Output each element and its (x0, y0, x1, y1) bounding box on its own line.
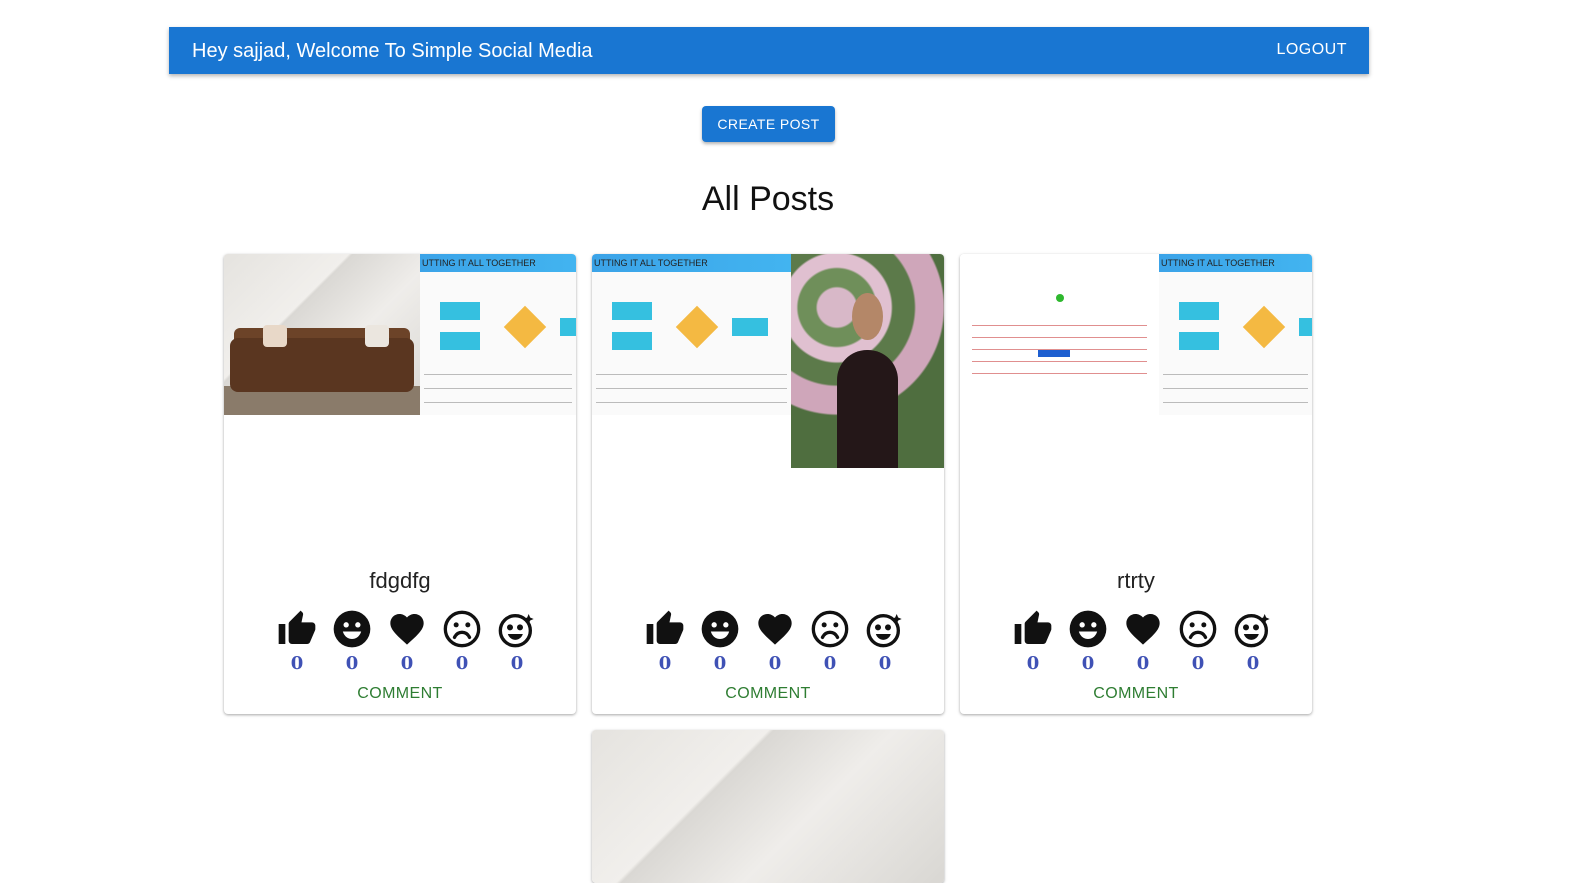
like-count: 0 (290, 653, 304, 674)
happy-reaction[interactable]: 0 (1068, 609, 1108, 679)
sad-reaction[interactable]: 0 (810, 609, 850, 679)
sad-face-icon (1179, 610, 1217, 648)
post-title: rtrty (1117, 568, 1155, 593)
amazed-reaction[interactable]: 0 (865, 609, 905, 679)
sad-face-icon (811, 610, 849, 648)
heart-icon (1126, 614, 1160, 645)
post-card: UTTING IT ALL TOGETHER rtrty 0 0 0 0 0 C… (960, 254, 1312, 714)
like-reaction[interactable]: 0 (277, 609, 317, 679)
happy-reaction[interactable]: 0 (700, 609, 740, 679)
happy-face-icon (701, 610, 739, 648)
app-bar: Hey sajjad, Welcome To Simple Social Med… (169, 27, 1369, 74)
sad-reaction[interactable]: 0 (1178, 609, 1218, 679)
reaction-bar: 0 0 0 0 0 (277, 609, 534, 679)
page-title: All Posts (701, 180, 835, 218)
sad-count: 0 (823, 653, 837, 674)
comment-button[interactable]: COMMENT (592, 684, 944, 704)
heart-icon (390, 614, 424, 645)
thumb-up-icon (1014, 610, 1052, 644)
post-images: UTTING IT ALL TOGETHER (960, 254, 1312, 554)
amazed-count: 0 (878, 653, 892, 674)
reaction-bar: 0 0 0 0 0 (645, 609, 902, 679)
sad-count: 0 (1191, 653, 1205, 674)
love-reaction[interactable]: 0 (387, 609, 427, 679)
comment-button[interactable]: COMMENT (960, 684, 1312, 704)
amazed-reaction[interactable]: 0 (1233, 609, 1273, 679)
post-image[interactable] (224, 254, 420, 415)
happy-count: 0 (345, 653, 359, 674)
comment-button[interactable]: COMMENT (224, 684, 576, 704)
thumb-up-icon (646, 610, 684, 644)
post-card: UTTING IT ALL TOGETHER 0 0 0 0 0 COMMENT (592, 254, 944, 714)
post-title: fdgdfg (369, 568, 431, 593)
sad-count: 0 (455, 653, 469, 674)
post-image[interactable]: UTTING IT ALL TOGETHER (1159, 254, 1312, 415)
thumb-up-icon (278, 610, 316, 644)
like-reaction[interactable]: 0 (645, 609, 685, 679)
post-card: UTTING IT ALL TOGETHER fdgdfg 0 0 0 0 0 … (224, 254, 576, 714)
create-post-button[interactable]: CREATE POST (702, 106, 835, 142)
love-reaction[interactable]: 0 (755, 609, 795, 679)
amazed-reaction[interactable]: 0 (497, 609, 537, 679)
happy-face-icon (333, 610, 371, 648)
happy-count: 0 (713, 653, 727, 674)
happy-count: 0 (1081, 653, 1095, 674)
reaction-bar: 0 0 0 0 0 (1013, 609, 1270, 679)
post-image[interactable] (960, 254, 1159, 415)
love-count: 0 (768, 653, 782, 674)
amazed-face-icon (1234, 614, 1270, 648)
heart-icon (758, 614, 792, 645)
like-count: 0 (658, 653, 672, 674)
post-image[interactable]: UTTING IT ALL TOGETHER (420, 254, 576, 415)
post-images: UTTING IT ALL TOGETHER (592, 254, 944, 554)
amazed-face-icon (498, 614, 534, 648)
happy-reaction[interactable]: 0 (332, 609, 372, 679)
like-reaction[interactable]: 0 (1013, 609, 1053, 679)
post-image[interactable] (791, 254, 944, 468)
logout-button[interactable]: LOGOUT (1276, 41, 1347, 59)
post-card (592, 730, 944, 883)
amazed-count: 0 (510, 653, 524, 674)
love-count: 0 (1136, 653, 1150, 674)
amazed-face-icon (866, 614, 902, 648)
love-reaction[interactable]: 0 (1123, 609, 1163, 679)
sad-face-icon (443, 610, 481, 648)
like-count: 0 (1026, 653, 1040, 674)
post-image[interactable] (592, 730, 944, 883)
post-image[interactable]: UTTING IT ALL TOGETHER (592, 254, 791, 415)
welcome-greeting: Hey sajjad, Welcome To Simple Social Med… (192, 40, 593, 62)
love-count: 0 (400, 653, 414, 674)
amazed-count: 0 (1246, 653, 1260, 674)
happy-face-icon (1069, 610, 1107, 648)
post-images: UTTING IT ALL TOGETHER (224, 254, 576, 554)
sad-reaction[interactable]: 0 (442, 609, 482, 679)
